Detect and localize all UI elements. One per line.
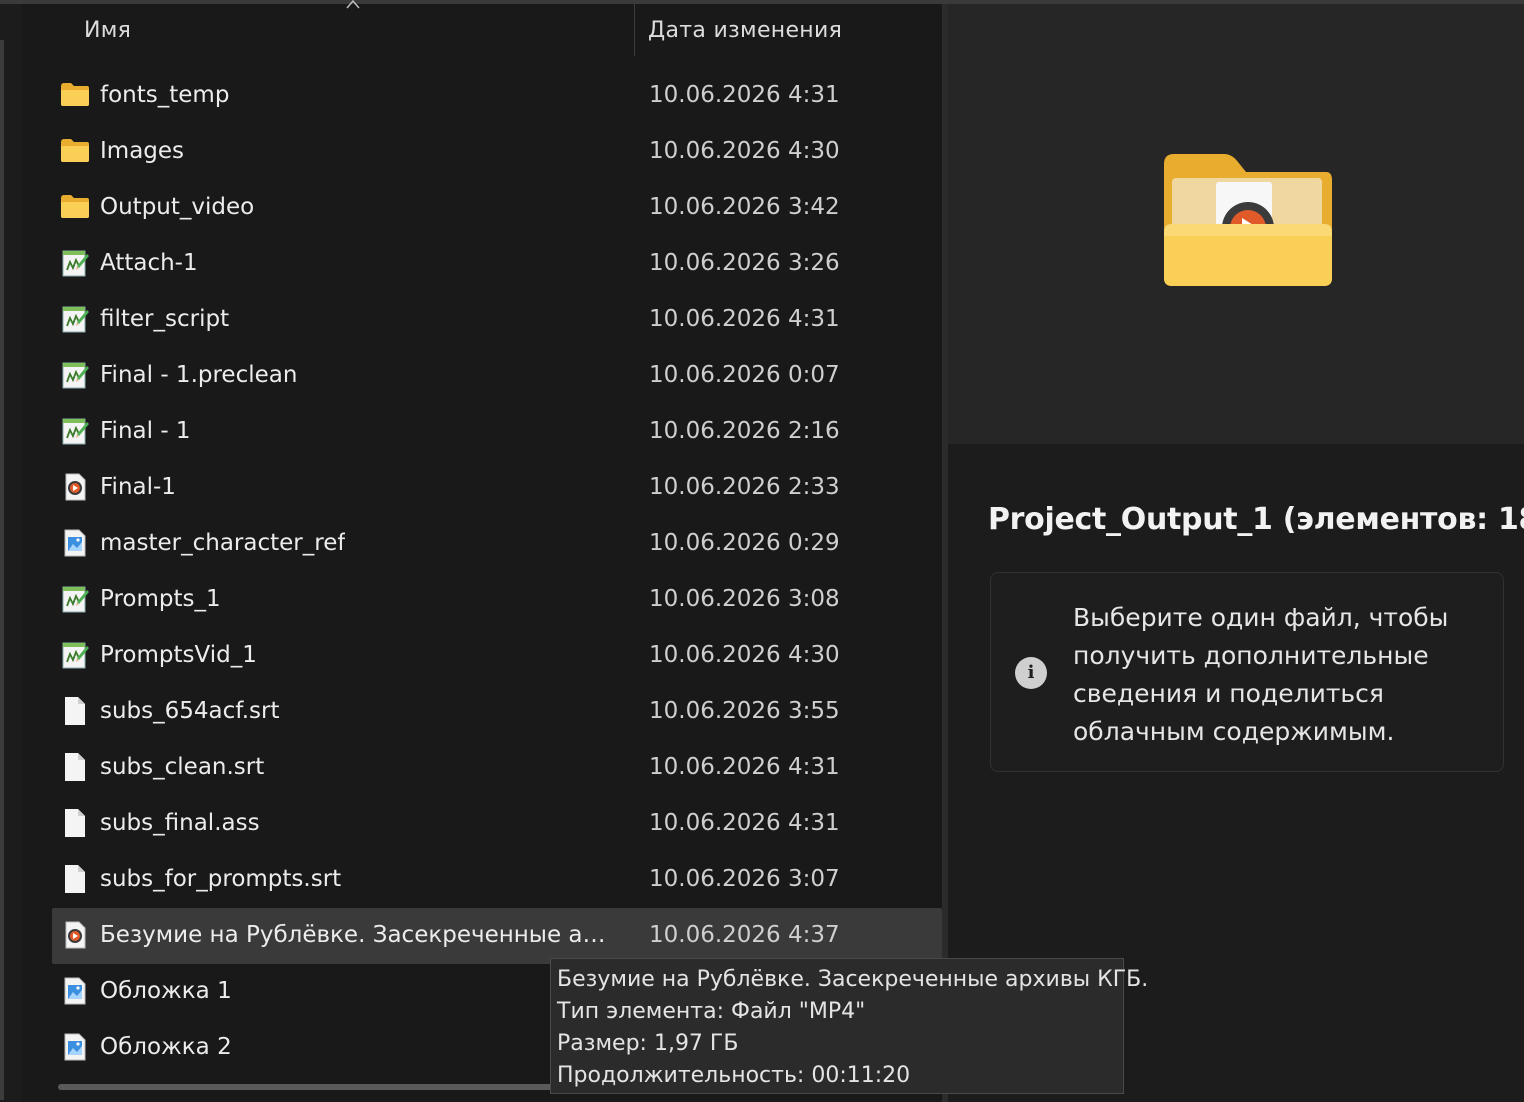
image-file-icon — [60, 1032, 90, 1062]
file-name: Безумие на Рублёвке. Засекреченные архив… — [100, 922, 620, 948]
tooltip-file-size: Размер: 1,97 ГБ — [557, 1031, 739, 1056]
image-file-icon — [60, 528, 90, 558]
preview-thumbnail-area — [948, 4, 1524, 444]
file-date-modified: 10.06.2026 0:29 — [649, 530, 840, 556]
file-list: fonts_temp 10.06.2026 4:31 Images 10.06.202… — [52, 68, 944, 1076]
info-icon: i — [1015, 657, 1047, 689]
notepad-plus-icon — [60, 584, 90, 614]
file-row[interactable]: fonts_temp 10.06.2026 4:31 — [52, 68, 942, 124]
column-divider[interactable] — [634, 4, 635, 56]
video-file-icon — [60, 920, 90, 950]
file-row[interactable]: Final-1 10.06.2026 2:33 — [52, 460, 942, 516]
file-name: Images — [100, 138, 185, 164]
details-pane: Project_Output_1 (элементов: 18) i Выбер… — [948, 4, 1524, 1102]
image-file-icon — [60, 976, 90, 1006]
file-row[interactable]: subs_clean.srt 10.06.2026 4:31 — [52, 740, 942, 796]
file-name: subs_for_prompts.srt — [100, 866, 342, 892]
sort-ascending-icon — [346, 0, 360, 9]
column-header-date-modified[interactable]: Дата изменения — [648, 18, 842, 43]
file-date-modified: 10.06.2026 3:08 — [649, 586, 840, 612]
navigation-scrollbar[interactable] — [0, 40, 4, 1100]
file-name: Prompts_1 — [100, 586, 221, 612]
file-row[interactable]: filter_script 10.06.2026 4:31 — [52, 292, 942, 348]
file-date-modified: 10.06.2026 4:30 — [649, 138, 840, 164]
info-card: i Выберите один файл, чтобы получить доп… — [990, 572, 1504, 772]
blank-file-icon — [60, 864, 90, 894]
file-date-modified: 10.06.2026 3:26 — [649, 250, 840, 276]
folder-icon — [60, 80, 90, 110]
file-row[interactable]: Attach-1 10.06.2026 3:26 — [52, 236, 942, 292]
file-row-selected[interactable]: Безумие на Рублёвке. Засекреченные архив… — [52, 908, 942, 964]
notepad-plus-icon — [60, 304, 90, 334]
file-row[interactable]: Prompts_1 10.06.2026 3:08 — [52, 572, 942, 628]
file-date-modified: 10.06.2026 4:37 — [649, 922, 840, 948]
file-row[interactable]: PromptsVid_1 10.06.2026 4:30 — [52, 628, 942, 684]
file-row[interactable]: Final - 1 10.06.2026 2:16 — [52, 404, 942, 460]
folder-summary-title: Project_Output_1 (элементов: 18) — [988, 502, 1524, 537]
file-row[interactable]: Output_video 10.06.2026 3:42 — [52, 180, 942, 236]
notepad-plus-icon — [60, 248, 90, 278]
file-name: Attach-1 — [100, 250, 198, 276]
file-name: PromptsVid_1 — [100, 642, 257, 668]
file-name: Final - 1 — [100, 418, 191, 444]
tooltip-file-name: Безумие на Рублёвке. Засекреченные архив… — [557, 967, 1149, 992]
navigation-pane-edge — [0, 4, 22, 1102]
file-row[interactable]: Final - 1.preclean 10.06.2026 0:07 — [52, 348, 942, 404]
file-name: subs_clean.srt — [100, 754, 265, 780]
file-date-modified: 10.06.2026 3:42 — [649, 194, 840, 220]
file-row[interactable]: subs_654acf.srt 10.06.2026 3:55 — [52, 684, 942, 740]
notepad-plus-icon — [60, 640, 90, 670]
tooltip-file-type: Тип элемента: Файл "MP4" — [557, 999, 866, 1024]
file-date-modified: 10.06.2026 4:30 — [649, 642, 840, 668]
tooltip-duration: Продолжительность: 00:11:20 — [557, 1063, 911, 1088]
file-date-modified: 10.06.2026 2:33 — [649, 474, 840, 500]
file-row[interactable]: Images 10.06.2026 4:30 — [52, 124, 942, 180]
file-name: subs_final.ass — [100, 810, 260, 836]
file-name: master_character_ref — [100, 530, 346, 556]
file-row[interactable]: subs_for_prompts.srt 10.06.2026 3:07 — [52, 852, 942, 908]
folder-icon — [60, 136, 90, 166]
info-message: Выберите один файл, чтобы получить допол… — [1073, 603, 1449, 746]
file-row[interactable]: subs_final.ass 10.06.2026 4:31 — [52, 796, 942, 852]
notepad-plus-icon — [60, 360, 90, 390]
file-name: Final - 1.preclean — [100, 362, 298, 388]
file-name: Final-1 — [100, 474, 176, 500]
file-name: filter_script — [100, 306, 230, 332]
blank-file-icon — [60, 808, 90, 838]
file-name: Output_video — [100, 194, 255, 220]
file-tooltip: Безумие на Рублёвке. Засекреченные архив… — [550, 958, 1149, 1094]
file-date-modified: 10.06.2026 4:31 — [649, 754, 840, 780]
file-row[interactable]: master_character_ref 10.06.2026 0:29 — [52, 516, 942, 572]
file-date-modified: 10.06.2026 0:07 — [649, 362, 840, 388]
file-name: fonts_temp — [100, 82, 230, 108]
video-file-icon — [60, 472, 90, 502]
file-date-modified: 10.06.2026 4:31 — [649, 82, 840, 108]
folder-preview-icon — [1164, 154, 1332, 286]
file-list-pane: Имя Дата изменения fonts_temp 10.06.2026 … — [22, 0, 944, 1102]
folder-icon — [60, 192, 90, 222]
file-date-modified: 10.06.2026 4:31 — [649, 306, 840, 332]
file-date-modified: 10.06.2026 3:55 — [649, 698, 840, 724]
file-date-modified: 10.06.2026 4:31 — [649, 810, 840, 836]
file-name: Обложка 1 — [100, 978, 232, 1004]
column-header-row: Имя Дата изменения — [22, 0, 944, 60]
file-date-modified: 10.06.2026 2:16 — [649, 418, 840, 444]
blank-file-icon — [60, 752, 90, 782]
notepad-plus-icon — [60, 416, 90, 446]
column-header-name[interactable]: Имя — [84, 18, 131, 43]
file-name: Обложка 2 — [100, 1034, 232, 1060]
file-name: subs_654acf.srt — [100, 698, 280, 724]
blank-file-icon — [60, 696, 90, 726]
file-date-modified: 10.06.2026 3:07 — [649, 866, 840, 892]
